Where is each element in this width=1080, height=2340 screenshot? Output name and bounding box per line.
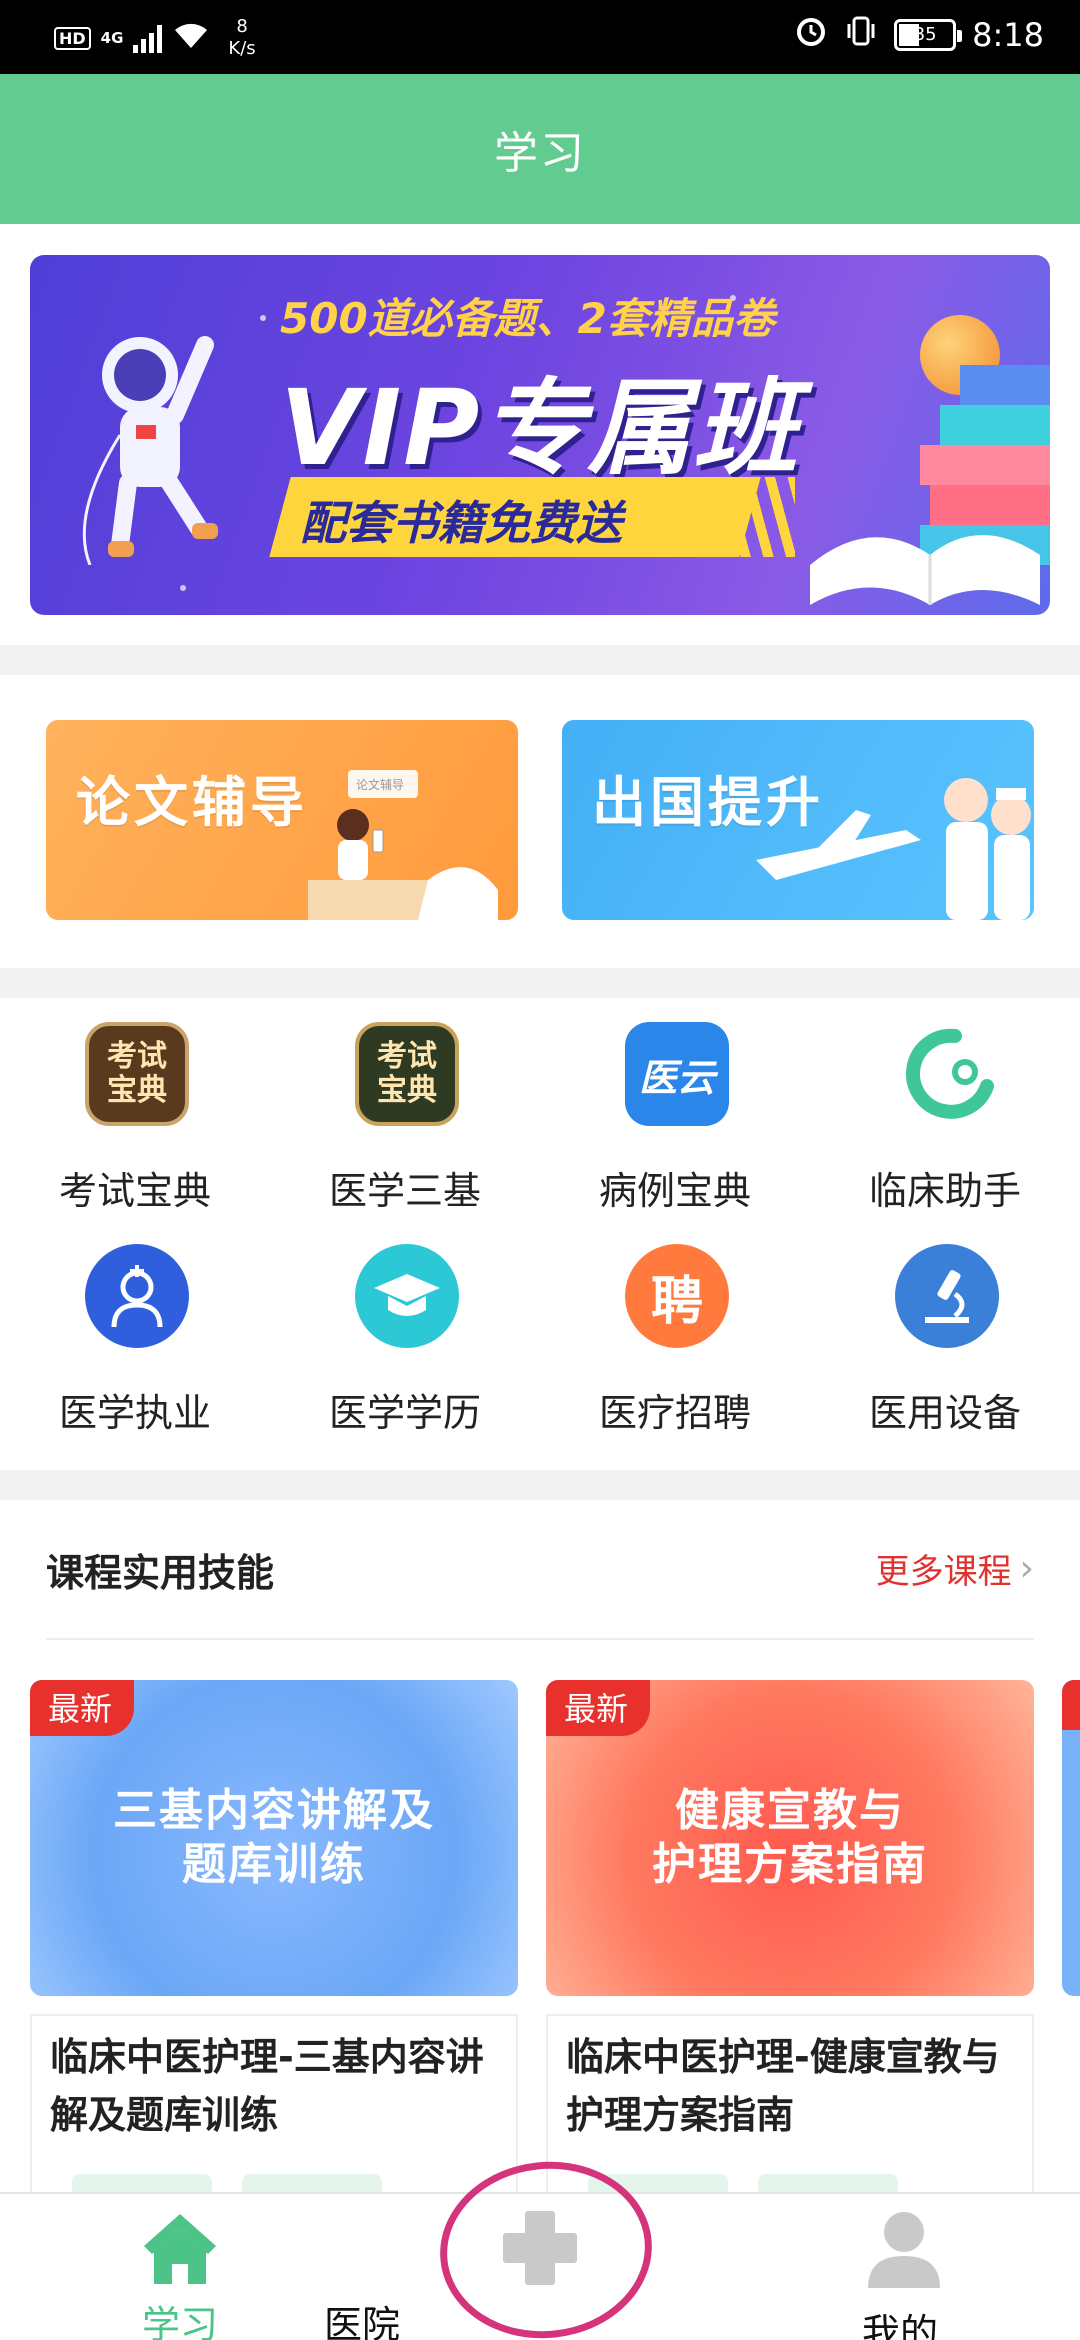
grid-item-medical-education[interactable]: 医学学历 (270, 1222, 540, 1435)
thesis-guidance-card[interactable]: 论文辅导 论文辅导 (46, 720, 518, 920)
chevron-right-icon: › (1019, 1548, 1034, 1589)
astronaut-illustration (82, 336, 218, 565)
courses-section-header: 课程实用技能 更多课程 › (0, 1500, 1080, 1640)
network-speed: 8 K/s (228, 16, 256, 59)
grid-item-medical-practice[interactable]: 医学执业 (0, 1222, 270, 1435)
banner-title: VIP专属班 (280, 367, 800, 489)
feature-grid: 考试宝典 考试宝典 考试宝典 医学三基 医云 病例宝典 临床助手 医学执业 (0, 1000, 1080, 1470)
grid-item-medical-basics[interactable]: 考试 宝典 医学三基 (270, 1000, 540, 1213)
grid-item-case-book[interactable]: 医云 病例宝典 (540, 1000, 810, 1213)
banner-subtitle: 500道必备题、2套精品卷 (280, 294, 775, 343)
grid-item-medical-recruit[interactable]: 聘 医疗招聘 (540, 1222, 810, 1435)
study-abroad-card[interactable]: 出国提升 (562, 720, 1034, 920)
battery-level: 35 (913, 24, 937, 45)
wifi-icon (172, 20, 210, 57)
stethoscope-icon (895, 1022, 999, 1126)
course-card[interactable]: 三基内容讲解及 题库训练 最新 临床中医护理-三基内容讲解及题库训练 (30, 1680, 518, 2254)
profile-icon (868, 2212, 940, 2288)
vip-banner[interactable]: 500道必备题、2套精品卷 VIP专属班 配套书籍免费送 (30, 255, 1050, 615)
doctor-icon (85, 1244, 189, 1348)
new-badge: 最新 (30, 1680, 135, 1736)
grid-item-clinical-assistant[interactable]: 临床助手 (810, 1000, 1080, 1213)
microscope-icon (895, 1244, 999, 1348)
graduation-cap-icon (355, 1244, 459, 1348)
course-title: 临床中医护理-健康宣教与护理方案指南 (566, 2035, 1000, 2137)
banner-ribbon: 配套书籍免费送 (300, 496, 622, 550)
new-badge: 最新 (546, 1680, 651, 1736)
page-title: 学习 (0, 74, 1080, 224)
learning-page: HD 4G 8 K/s 35 8:18 学习 500道必备题、2套精品卷 VIP… (0, 0, 1080, 2340)
course-card[interactable]: 健康宣教与 护理方案指南 最新 临床中医护理-健康宣教与护理方案指南 (546, 1680, 1034, 2254)
plane-and-nurses-illustration (756, 778, 1031, 920)
network-type: 4G (100, 29, 124, 47)
hd-indicator: HD (54, 26, 91, 50)
section-title: 课程实用技能 (46, 1551, 275, 1595)
vibrate-icon (844, 14, 878, 56)
grid-item-medical-equipment[interactable]: 医用设备 (810, 1222, 1080, 1435)
home-icon (144, 2214, 216, 2284)
course-title: 临床中医护理-三基内容讲解及题库训练 (50, 2035, 484, 2137)
battery-icon: 35 (894, 19, 963, 51)
books-illustration (810, 365, 1050, 605)
exam-book-icon: 考试 宝典 (85, 1022, 189, 1126)
medical-basics-icon: 考试 宝典 (355, 1022, 459, 1126)
signal-icon (133, 23, 163, 53)
svg-text:论文辅导: 论文辅导 (356, 777, 404, 792)
clock: 8:18 (972, 16, 1044, 54)
alarm-icon (794, 14, 828, 56)
case-book-icon: 医云 (625, 1022, 729, 1126)
nav-tab-profile[interactable]: 我的 (720, 2194, 1080, 2340)
more-courses-link[interactable]: 更多课程 › (876, 1544, 1034, 1593)
student-reading-illustration: 论文辅导 (308, 770, 498, 920)
grid-item-exam-book[interactable]: 考试 宝典 考试宝典 (0, 1000, 270, 1213)
status-bar: HD 4G 8 K/s 35 8:18 (0, 0, 1080, 74)
recruit-icon: 聘 (625, 1244, 729, 1348)
